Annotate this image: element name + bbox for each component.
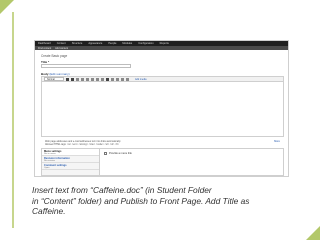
italic-icon[interactable]	[71, 77, 74, 81]
vertical-tabs: Menu settings Not in menu Revision infor…	[41, 148, 284, 176]
source-icon[interactable]	[126, 77, 129, 81]
shortcut-find-content[interactable]: Find content	[38, 47, 51, 50]
format-help-more-link[interactable]: More	[274, 140, 280, 143]
format-help-line: Allowed HTML tags: <a> <em> <strong> <ci…	[45, 143, 119, 147]
slide-caption: Insert text from “Caffeine.doc” (in Stud…	[32, 185, 294, 217]
vtab-revision-information[interactable]: Revision information No revision	[42, 156, 99, 163]
bold-icon[interactable]	[66, 77, 69, 81]
strikethrough-icon[interactable]	[81, 77, 84, 81]
image-icon[interactable]	[116, 77, 119, 81]
menu-link-checkbox[interactable]	[104, 152, 107, 155]
menu-settings-pane: Provide a menu link	[104, 152, 132, 155]
drupal-screenshot: Dashboard Content Structure Appearance P…	[34, 40, 289, 177]
shortcut-bar: Find content Add content	[35, 46, 288, 50]
corner-decoration-bottom	[306, 226, 320, 240]
indent-icon[interactable]	[101, 77, 104, 81]
caption-line: Caffeine.	[32, 206, 66, 216]
outdent-icon[interactable]	[96, 77, 99, 81]
shortcut-add-content[interactable]: Add content	[55, 47, 68, 50]
numbered-list-icon[interactable]	[91, 77, 94, 81]
vertical-tabs-list: Menu settings Not in menu Revision infor…	[42, 149, 100, 175]
format-select[interactable]: Normal	[44, 77, 64, 81]
menu-link-checkbox-label: Provide a menu link	[109, 152, 132, 155]
vtab-summary: Open	[44, 166, 50, 169]
underline-icon[interactable]	[76, 77, 79, 81]
vtab-summary: Not in menu	[44, 152, 56, 155]
caption-line: in “Content” folder) and Publish to Fron…	[32, 195, 250, 206]
bullet-list-icon[interactable]	[86, 77, 89, 81]
add-media-link[interactable]: Add media	[135, 78, 146, 81]
vtab-menu-settings[interactable]: Menu settings Not in menu	[42, 149, 99, 156]
page-title: Create Basic page	[41, 54, 68, 58]
body-editor-area[interactable]	[41, 82, 284, 137]
vtab-summary: No revision	[44, 159, 55, 162]
table-icon[interactable]	[121, 77, 124, 81]
unlink-icon[interactable]	[111, 77, 114, 81]
vtab-comment-settings[interactable]: Comment settings Open	[42, 163, 99, 170]
caption-line: Insert text from “Caffeine.doc” (in Stud…	[32, 185, 212, 195]
text-format-help: Web page addresses and e-mail addresses …	[45, 140, 121, 147]
left-accent-rule	[12, 12, 14, 228]
link-icon[interactable]	[106, 77, 109, 81]
title-input[interactable]	[41, 64, 131, 68]
